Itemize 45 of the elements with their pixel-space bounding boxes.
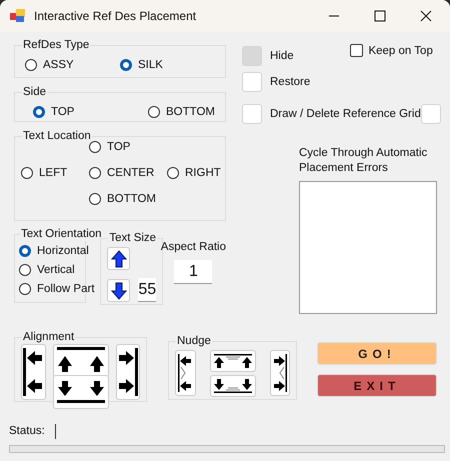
radio-option[interactable]: TOP: [33, 102, 74, 122]
radio-option[interactable]: RIGHT: [167, 163, 221, 183]
radio-option[interactable]: LEFT: [21, 163, 68, 183]
radio-option[interactable]: Follow Part: [19, 279, 95, 298]
restore-checkbox[interactable]: Restore: [242, 72, 441, 92]
nudge-up-button[interactable]: [210, 350, 256, 372]
align-bottom-button[interactable]: [52, 375, 108, 409]
window-title: Interactive Ref Des Placement: [34, 9, 196, 23]
nudge-right-button[interactable]: [270, 350, 290, 396]
group-title: Text Location: [22, 129, 92, 143]
radio-option[interactable]: TOP: [89, 137, 130, 157]
aspect-ratio-label: Aspect Ratio: [160, 241, 226, 253]
radio-option[interactable]: Horizontal: [19, 241, 89, 260]
aspect-ratio-field[interactable]: 1: [174, 260, 212, 284]
nudge-down-button[interactable]: [210, 375, 256, 397]
status-label: Status:: [9, 425, 45, 437]
reference-grid-checkbox[interactable]: Draw / Delete Reference Grid: [242, 104, 421, 124]
error-list[interactable]: [299, 181, 437, 314]
radio-option[interactable]: BOTTOM: [148, 102, 215, 122]
radio-option[interactable]: SILK: [120, 55, 163, 75]
list-title: Cycle Through Automatic Placement Errors: [299, 146, 428, 176]
checkbox[interactable]: [420, 104, 441, 124]
group-title: Text Orientation: [20, 227, 103, 241]
align-top-button[interactable]: [52, 344, 108, 378]
keep-on-top-checkbox[interactable]: Keep on Top: [350, 44, 441, 57]
group-title: Alignment: [22, 330, 76, 344]
app-icon: [10, 9, 26, 23]
radio-option[interactable]: Vertical: [19, 260, 75, 279]
exit-button[interactable]: EXIT: [317, 374, 437, 397]
maximize-icon[interactable]: [374, 10, 386, 22]
radio-option[interactable]: CENTER: [89, 163, 154, 183]
increase-button[interactable]: [107, 247, 130, 270]
group-title: Text Size: [108, 231, 158, 245]
text-size-field[interactable]: 55: [138, 278, 156, 302]
go-button[interactable]: GO!: [317, 342, 437, 365]
align-right-button[interactable]: [116, 344, 140, 400]
group-title: Nudge: [176, 334, 212, 348]
radio-option[interactable]: BOTTOM: [89, 189, 156, 209]
group-title: RefDes Type: [22, 38, 90, 52]
close-icon[interactable]: [420, 10, 432, 22]
decrease-button[interactable]: [107, 279, 130, 302]
radio-option[interactable]: ASSY: [25, 55, 74, 75]
group-title: Side: [22, 85, 48, 99]
nudge-left-button[interactable]: [175, 350, 196, 396]
align-left-button[interactable]: [21, 344, 46, 400]
